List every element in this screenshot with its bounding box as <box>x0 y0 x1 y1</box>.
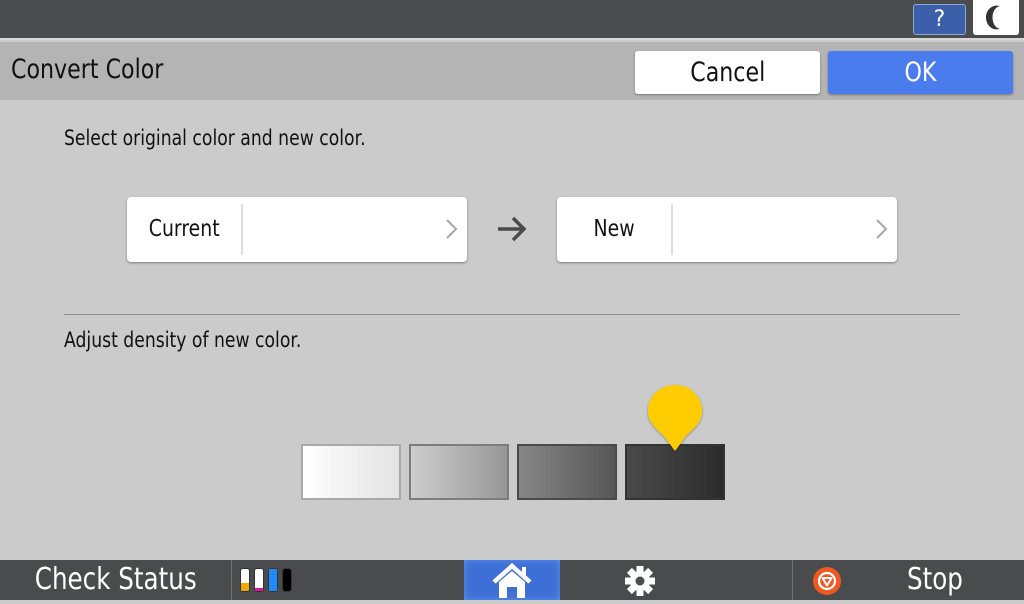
system-top-bar: ? <box>0 0 1024 40</box>
moon-icon <box>986 5 1000 30</box>
ok-button[interactable]: OK <box>828 51 1013 94</box>
bar-divider <box>231 560 232 600</box>
screen-header: Convert Color Cancel OK <box>0 42 1024 100</box>
ink-fill-black <box>283 569 291 591</box>
energy-saver-button[interactable] <box>973 0 1019 35</box>
density-level-2[interactable] <box>409 444 509 500</box>
stop-button[interactable]: Stop <box>794 560 1024 600</box>
density-level-1[interactable] <box>301 444 401 500</box>
new-color-selector[interactable]: New <box>557 197 897 262</box>
density-level-3[interactable] <box>517 444 617 500</box>
ink-level-indicator[interactable] <box>240 568 296 592</box>
ink-tank-black <box>282 568 292 592</box>
help-button[interactable]: ? <box>913 4 966 35</box>
ink-fill-magenta <box>255 587 263 591</box>
new-color-label: New <box>593 216 635 242</box>
chevron-right-icon <box>446 219 458 239</box>
chevron-right-icon <box>876 219 888 239</box>
ink-tank-cyan <box>268 568 278 592</box>
ink-tank-magenta <box>254 568 264 592</box>
system-bottom-bar: Check Status Stop <box>0 560 1024 600</box>
page-title: Convert Color <box>11 54 164 85</box>
selector-divider <box>241 204 243 255</box>
section-divider <box>64 314 960 315</box>
arrow-right-icon <box>498 216 527 242</box>
settings-button[interactable] <box>596 560 686 600</box>
stop-icon <box>813 567 841 595</box>
instruction-text: Select original color and new color. <box>64 126 366 150</box>
selector-divider <box>671 204 673 255</box>
gear-icon <box>625 566 655 596</box>
ink-tank-yellow <box>240 568 250 592</box>
current-color-selector[interactable]: Current <box>127 197 467 262</box>
stop-label: Stop <box>907 562 963 597</box>
home-button[interactable] <box>464 560 560 600</box>
ink-fill-yellow <box>241 583 249 591</box>
density-label: Adjust density of new color. <box>64 328 302 352</box>
current-color-label: Current <box>148 216 220 242</box>
ink-fill-cyan <box>269 569 277 591</box>
cancel-button[interactable]: Cancel <box>635 51 820 94</box>
density-indicator-pin[interactable] <box>646 383 704 455</box>
home-icon <box>492 562 532 598</box>
help-icon: ? <box>933 7 946 32</box>
check-status-button[interactable]: Check Status <box>0 560 231 600</box>
bar-divider <box>792 560 793 600</box>
